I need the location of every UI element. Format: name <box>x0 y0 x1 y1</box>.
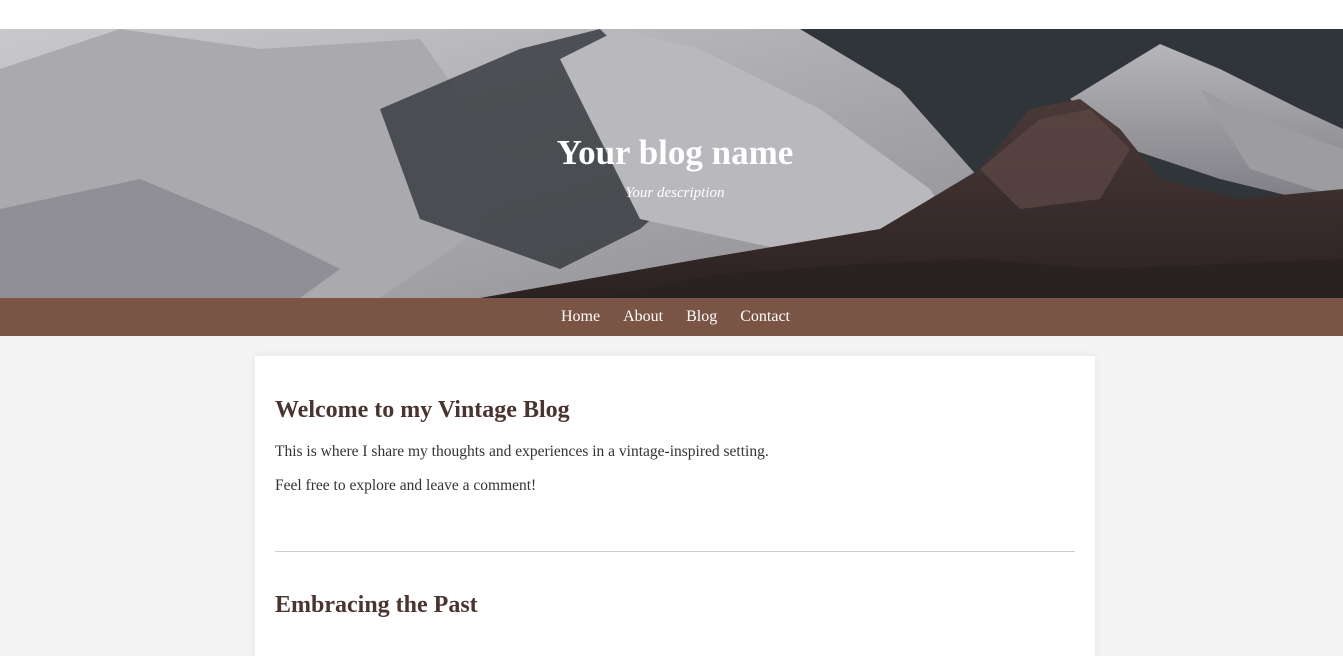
blog-name-title: Your blog name <box>556 133 794 172</box>
post-paragraph: This is where I share my thoughts and ex… <box>275 443 769 460</box>
post-title: Embracing the Past <box>275 592 478 618</box>
hero-banner: Your blog name Your description <box>0 29 1343 298</box>
post-title: Welcome to my Vintage Blog <box>275 397 570 423</box>
content-card: Welcome to my Vintage Blog This is where… <box>255 356 1095 656</box>
nav-link-contact[interactable]: Contact <box>729 298 802 336</box>
main-navigation: Home About Blog Contact <box>0 298 1343 336</box>
nav-link-about[interactable]: About <box>612 298 675 336</box>
top-white-bar <box>0 0 1343 29</box>
post-divider <box>275 551 1075 552</box>
blog-description: Your description <box>625 185 725 201</box>
nav-link-blog[interactable]: Blog <box>675 298 729 336</box>
nav-link-home[interactable]: Home <box>550 298 612 336</box>
post-paragraph: Feel free to explore and leave a comment… <box>275 477 537 494</box>
